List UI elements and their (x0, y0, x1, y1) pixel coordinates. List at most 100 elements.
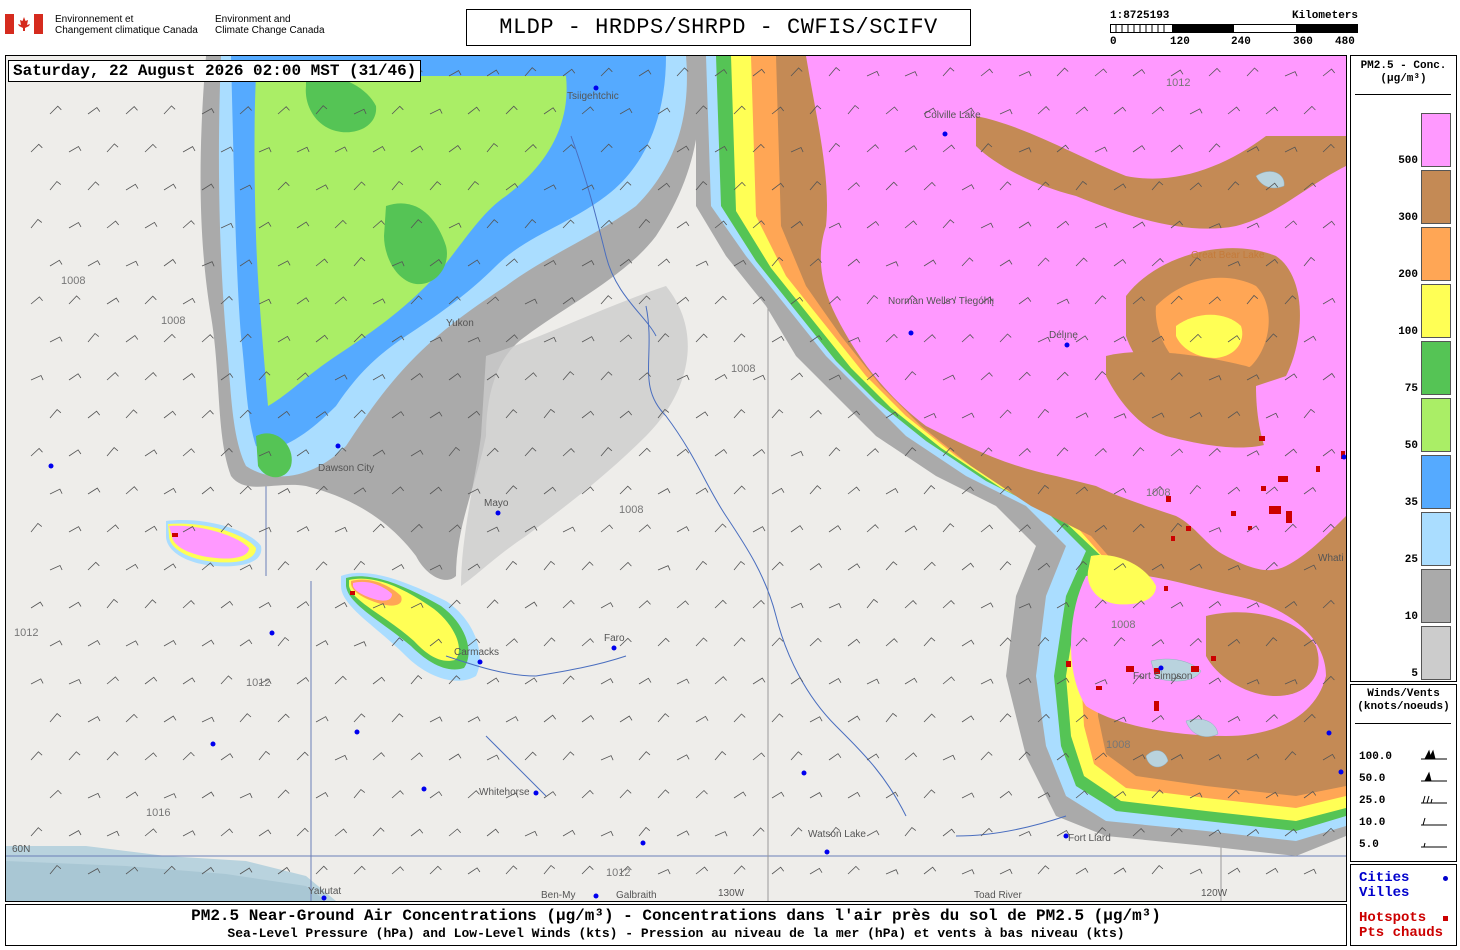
wind-barb (866, 830, 880, 837)
smoke-forecast-map[interactable]: 1008 1008 1008 1008 1008 1008 1008 1012 … (5, 55, 1347, 902)
wind-barb (296, 827, 309, 837)
department-name-fr: Environnement et Changement climatique Ca… (55, 14, 198, 36)
wind-barb (562, 526, 576, 533)
wind-barb (144, 676, 158, 685)
wind-barb (581, 638, 594, 647)
wind-barb (923, 789, 936, 799)
wind-barb (49, 336, 63, 343)
wind-barb (562, 675, 575, 685)
wind-barb (581, 561, 594, 571)
wind-barb (714, 831, 728, 837)
wind-barb (144, 828, 157, 837)
wind-barb (49, 409, 62, 419)
wind-barb (277, 561, 290, 571)
wind-barb (144, 449, 158, 457)
wind-barb (163, 639, 177, 647)
wind-barb (752, 827, 765, 837)
wind-barb (638, 524, 651, 533)
wind-barb (144, 372, 157, 381)
wind-barb (980, 524, 994, 533)
wind-barb (334, 675, 347, 685)
wind-speed-label: 100.0 (1359, 751, 1393, 763)
wind-barb (847, 486, 861, 495)
wind-barb (714, 448, 728, 457)
wind-barb (448, 828, 462, 837)
wind-barb (106, 751, 119, 761)
wind-barb (258, 750, 271, 761)
wind-barb (752, 677, 766, 685)
wind-barb (163, 258, 177, 267)
wind-barb (239, 564, 253, 571)
wind-barb (353, 865, 366, 875)
wind-barb (562, 829, 576, 837)
wind-barb (163, 105, 176, 115)
wind-barb (524, 601, 538, 609)
cities-label: Cities (1359, 870, 1410, 886)
wind-barb (182, 448, 195, 457)
legend-swatch (1421, 284, 1451, 338)
wind-barb (809, 792, 823, 799)
wind-barb (714, 751, 727, 761)
isobar-label: 1012 (14, 627, 38, 639)
wind-barb (733, 865, 746, 875)
wind-barb (904, 525, 918, 533)
wind-barb (49, 488, 63, 495)
wind-barb (695, 560, 708, 571)
wind-barb (961, 715, 975, 723)
wind-barb (144, 525, 158, 533)
wind-barb (676, 754, 690, 761)
wind-barb (315, 561, 328, 571)
wind-barb (676, 221, 690, 229)
wind-barb (581, 714, 595, 723)
scale-unit: Kilometers (1291, 10, 1358, 22)
wind-barb (277, 488, 291, 495)
wind-barb (258, 601, 272, 609)
wind-barb (182, 373, 196, 381)
wind-barb (467, 716, 481, 723)
legend-level-label: 35 (1404, 497, 1418, 509)
wind-barb (733, 560, 746, 571)
wind-barb (771, 409, 784, 419)
wind-barb (220, 600, 234, 609)
wind-barb (30, 447, 43, 457)
wind-barb (847, 791, 861, 799)
wind-barb (182, 600, 195, 609)
wind-barb (353, 713, 366, 723)
wind-barb (999, 637, 1012, 647)
wind-barb (676, 678, 690, 685)
legend-title: PM2.5 - Conc. (1360, 60, 1447, 72)
wind-barb (904, 752, 918, 761)
wind-barb (239, 792, 253, 799)
wind-barb (106, 598, 119, 609)
wind-barb (296, 526, 310, 533)
wind-barb (334, 602, 348, 609)
wind-barb (87, 792, 101, 799)
city-label: Délı̨nę (1049, 330, 1078, 341)
wind-barb (429, 716, 443, 723)
wind-barb (1265, 867, 1279, 875)
wind-barb (68, 145, 82, 153)
wind-barb (999, 868, 1013, 875)
legend-level-label: 300 (1398, 212, 1418, 224)
wind-barb (980, 678, 994, 685)
wind-barb (163, 487, 177, 495)
wind-barb (657, 789, 670, 799)
wind-barb (581, 865, 594, 875)
wind-barb (391, 713, 404, 723)
city-label: Watson Lake (808, 829, 866, 840)
wind-barb (87, 260, 101, 267)
legend-level-label: 200 (1398, 269, 1418, 281)
wind-barb (695, 333, 708, 343)
wind-barb (391, 866, 404, 875)
wind-barb (87, 561, 100, 571)
wind-barb (524, 830, 538, 837)
wind-barb (676, 526, 690, 533)
wind-barb (1075, 867, 1089, 875)
wind-barb (429, 865, 442, 875)
isobar-label: 1008 (1111, 619, 1135, 631)
wind-barb (30, 522, 43, 533)
wind-barb (277, 713, 290, 723)
wind-barb (619, 715, 633, 723)
wind-barb (106, 447, 119, 457)
wind-barb (752, 526, 766, 533)
